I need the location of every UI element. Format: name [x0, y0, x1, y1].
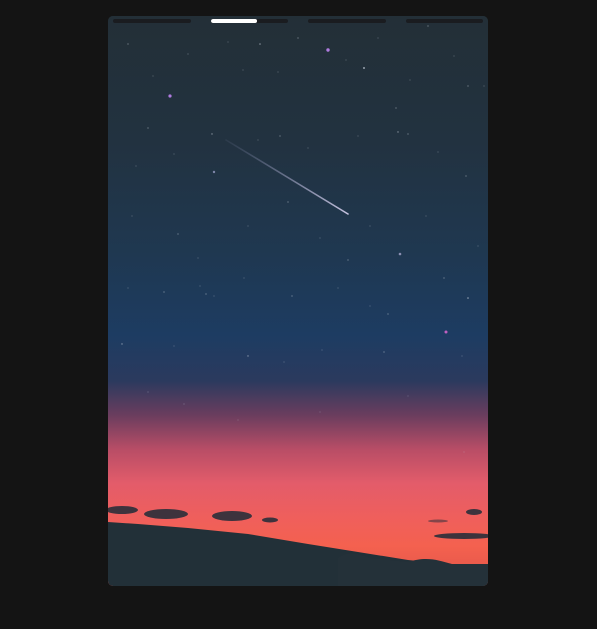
progress-segment-4[interactable]: [405, 19, 483, 23]
progress-segment-3[interactable]: [308, 19, 386, 23]
progress-segment-2[interactable]: [210, 19, 288, 23]
story-card[interactable]: [108, 16, 488, 586]
progress-fill-2: [210, 19, 257, 23]
story-viewer: [0, 0, 597, 629]
story-progress-bar: [113, 19, 483, 24]
sky-background: [108, 16, 488, 586]
progress-segment-1[interactable]: [113, 19, 191, 23]
story-image[interactable]: [108, 16, 488, 586]
